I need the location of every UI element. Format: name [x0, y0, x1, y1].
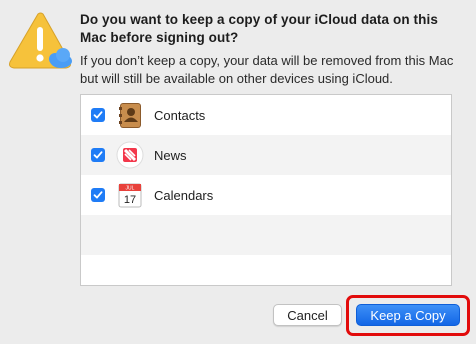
- news-icon: [116, 141, 144, 169]
- contacts-checkbox[interactable]: [91, 108, 105, 122]
- checkmark-icon: [93, 191, 103, 199]
- checkmark-icon: [93, 151, 103, 159]
- cancel-button[interactable]: Cancel: [273, 304, 342, 326]
- contacts-icon: [119, 103, 141, 128]
- calendar-day-text: 17: [124, 194, 136, 206]
- list-item-calendars[interactable]: JUL 17 Calendars: [81, 175, 451, 215]
- empty-row: [81, 215, 451, 255]
- calendar-icon: JUL 17: [118, 183, 142, 208]
- sign-out-dialog: Do you want to keep a copy of your iClou…: [0, 0, 476, 344]
- contacts-label: Contacts: [154, 107, 206, 123]
- calendars-checkbox[interactable]: [91, 188, 105, 202]
- keep-a-copy-button[interactable]: Keep a Copy: [356, 304, 460, 326]
- news-checkbox[interactable]: [91, 148, 105, 162]
- news-label: News: [154, 147, 187, 163]
- dialog-message: If you don’t keep a copy, your data will…: [80, 53, 454, 86]
- data-type-list: Contacts News JUL 17 Calendars: [80, 94, 452, 286]
- calendars-label: Calendars: [154, 187, 214, 203]
- checkmark-icon: [93, 111, 103, 119]
- calendar-month-text: JUL: [126, 186, 135, 192]
- warning-icon: [9, 12, 72, 69]
- list-item-news[interactable]: News: [81, 135, 451, 175]
- dialog-title: Do you want to keep a copy of your iClou…: [80, 12, 438, 45]
- list-item-contacts[interactable]: Contacts: [81, 95, 451, 135]
